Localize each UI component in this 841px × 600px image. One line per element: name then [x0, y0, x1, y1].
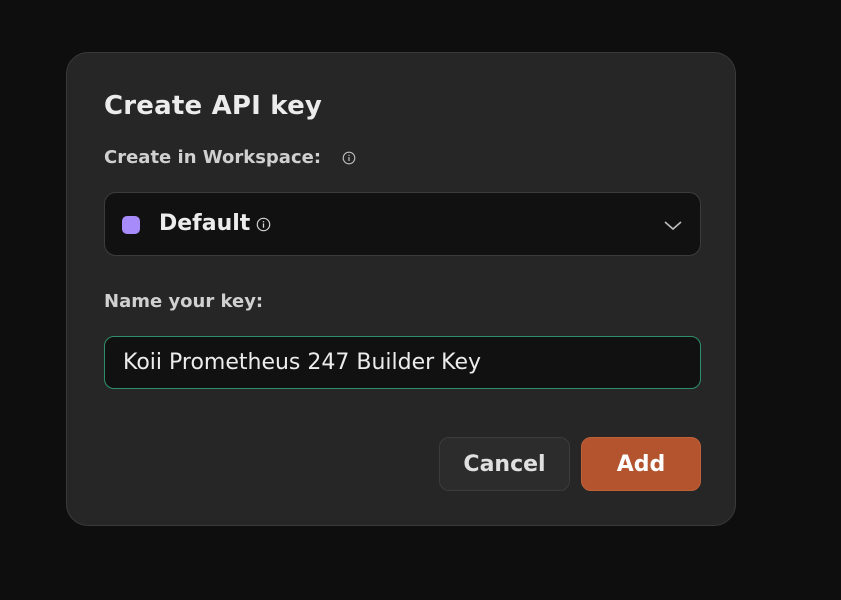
workspace-color-swatch: [122, 216, 140, 234]
workspace-select-value: Default: [159, 211, 251, 236]
dialog-title: Create API key: [104, 91, 323, 121]
key-name-input[interactable]: [104, 336, 701, 389]
add-button[interactable]: Add: [581, 437, 701, 491]
info-icon[interactable]: [256, 217, 271, 232]
workspace-label: Create in Workspace:: [104, 147, 322, 168]
key-name-label: Name your key:: [104, 291, 264, 312]
chevron-down-icon: [663, 217, 683, 236]
cancel-button[interactable]: Cancel: [439, 437, 570, 491]
workspace-select[interactable]: Default: [104, 192, 701, 256]
info-icon[interactable]: [342, 151, 356, 165]
create-api-key-dialog: Create API key Create in Workspace: Defa…: [66, 52, 736, 526]
